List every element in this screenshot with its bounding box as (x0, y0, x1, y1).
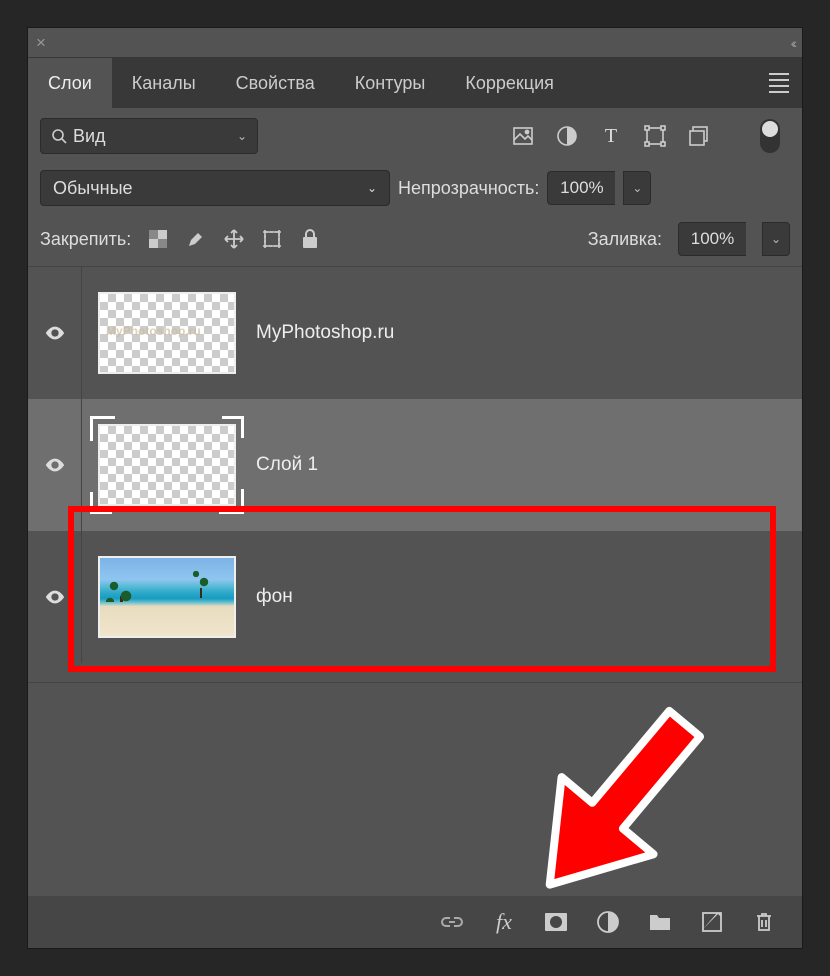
close-icon[interactable]: × (36, 33, 46, 53)
layer-filter-select[interactable]: Вид ⌄ (40, 118, 258, 154)
filter-icons: T (512, 119, 790, 153)
blend-mode-select[interactable]: Обычные ⌄ (40, 170, 390, 206)
blend-row: Обычные ⌄ Непрозрачность: 100% ⌄ (28, 164, 802, 212)
lock-pixels-icon[interactable] (185, 228, 207, 250)
tab-layers[interactable]: Слои (28, 58, 112, 108)
tab-paths[interactable]: Контуры (335, 58, 446, 108)
filter-row: Вид ⌄ T (28, 108, 802, 164)
fill-dropdown[interactable]: ⌄ (762, 222, 790, 256)
layer-mask-icon[interactable] (544, 910, 568, 934)
panel-header: × ‹‹ (28, 28, 802, 58)
collapse-icon[interactable]: ‹‹ (791, 35, 794, 51)
new-group-icon[interactable] (648, 910, 672, 934)
lock-label: Закрепить: (40, 229, 131, 250)
layer-thumbnail[interactable] (98, 556, 236, 638)
opacity-label: Непрозрачность: (398, 178, 539, 199)
tab-adjustments[interactable]: Коррекция (445, 58, 574, 108)
fill-input[interactable]: 100% (678, 222, 746, 256)
layer-name[interactable]: Слой 1 (256, 454, 318, 476)
panel-bottom-bar: fx (28, 896, 802, 948)
filter-adjustment-icon[interactable] (556, 125, 578, 147)
layer-effects-icon[interactable]: fx (492, 910, 516, 934)
lock-position-icon[interactable] (223, 228, 245, 250)
filter-toggle[interactable] (760, 119, 780, 153)
filter-label: Вид (73, 126, 106, 147)
eye-icon (44, 322, 66, 344)
lock-all-icon[interactable] (299, 228, 321, 250)
tab-channels[interactable]: Каналы (112, 58, 216, 108)
layer-name[interactable]: MyPhotoshop.ru (256, 322, 394, 344)
chevron-down-icon: ⌄ (237, 129, 247, 143)
visibility-toggle[interactable] (28, 399, 82, 531)
chevron-down-icon: ⌄ (367, 181, 377, 195)
opacity-dropdown[interactable]: ⌄ (623, 171, 651, 205)
link-layers-icon[interactable] (440, 910, 464, 934)
filter-pixel-icon[interactable] (512, 125, 534, 147)
adjustment-layer-icon[interactable] (596, 910, 620, 934)
blend-mode-value: Обычные (53, 178, 133, 199)
layer-list: MyPhotoshop.ru MyPhotoshop.ru Слой 1 фон (28, 267, 802, 683)
layer-row[interactable]: MyPhotoshop.ru MyPhotoshop.ru (28, 267, 802, 399)
filter-shape-icon[interactable] (644, 125, 666, 147)
new-layer-icon[interactable] (700, 910, 724, 934)
lock-transparency-icon[interactable] (147, 228, 169, 250)
layer-thumbnail[interactable] (98, 424, 236, 506)
visibility-toggle[interactable] (28, 531, 82, 663)
hamburger-icon (769, 69, 789, 97)
search-icon (51, 128, 67, 144)
lock-artboard-icon[interactable] (261, 228, 283, 250)
lock-row: Закрепить: Заливка: 100% ⌄ (28, 212, 802, 267)
tab-properties[interactable]: Свойства (216, 58, 335, 108)
layer-row[interactable]: Слой 1 (28, 399, 802, 531)
opacity-input[interactable]: 100% (547, 171, 615, 205)
layer-row[interactable]: фон (28, 531, 802, 663)
visibility-toggle[interactable] (28, 267, 82, 399)
filter-smartobject-icon[interactable] (688, 125, 710, 147)
eye-icon (44, 586, 66, 608)
annotation-arrow (504, 688, 724, 928)
fill-label: Заливка: (588, 229, 662, 250)
panel-menu-button[interactable] (756, 58, 802, 108)
layer-thumbnail[interactable]: MyPhotoshop.ru (98, 292, 236, 374)
eye-icon (44, 454, 66, 476)
filter-type-icon[interactable]: T (600, 125, 622, 147)
panel-tabs: Слои Каналы Свойства Контуры Коррекция (28, 58, 802, 108)
layer-name[interactable]: фон (256, 586, 293, 608)
delete-layer-icon[interactable] (752, 910, 776, 934)
layers-panel: × ‹‹ Слои Каналы Свойства Контуры Коррек… (27, 27, 803, 949)
